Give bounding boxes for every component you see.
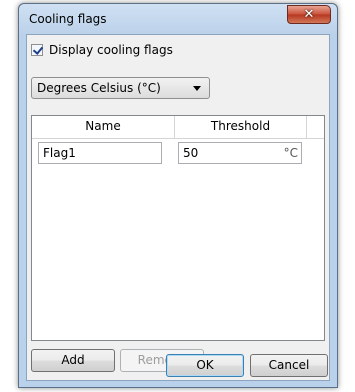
close-button[interactable]: ✕ bbox=[287, 5, 331, 24]
display-cooling-flags-checkbox[interactable] bbox=[31, 44, 43, 56]
column-header-threshold[interactable]: Threshold bbox=[175, 116, 307, 138]
title-bar[interactable]: Cooling flags ✕ bbox=[19, 4, 337, 34]
flag-name-field[interactable]: Flag1 bbox=[38, 142, 162, 164]
flag-name-value: Flag1 bbox=[43, 146, 76, 160]
chevron-down-icon bbox=[193, 86, 201, 91]
window-title: Cooling flags bbox=[29, 12, 107, 26]
cancel-button[interactable]: Cancel bbox=[250, 354, 328, 377]
column-header-name[interactable]: Name bbox=[32, 116, 175, 138]
flag-threshold-field[interactable]: 50 °C bbox=[178, 142, 302, 164]
ok-button[interactable]: OK bbox=[166, 354, 244, 377]
display-cooling-flags-label: Display cooling flags bbox=[49, 43, 173, 57]
table-row: Flag1 50 °C bbox=[32, 140, 324, 166]
temperature-unit-select[interactable]: Degrees Celsius (°C) bbox=[31, 77, 210, 99]
table-header: Name Threshold bbox=[32, 116, 324, 139]
dialog-window: Cooling flags ✕ Display cooling flags De… bbox=[18, 3, 338, 388]
temperature-unit-value: Degrees Celsius (°C) bbox=[37, 81, 161, 95]
add-button[interactable]: Add bbox=[31, 349, 115, 372]
close-icon: ✕ bbox=[303, 7, 315, 22]
flag-threshold-value: 50 bbox=[183, 146, 199, 160]
flags-table: Name Threshold Flag1 50 °C bbox=[31, 115, 325, 341]
threshold-unit-label: °C bbox=[283, 146, 298, 160]
dialog-body: Display cooling flags Degrees Celsius (°… bbox=[26, 34, 330, 381]
display-cooling-flags-option[interactable]: Display cooling flags bbox=[31, 43, 173, 57]
